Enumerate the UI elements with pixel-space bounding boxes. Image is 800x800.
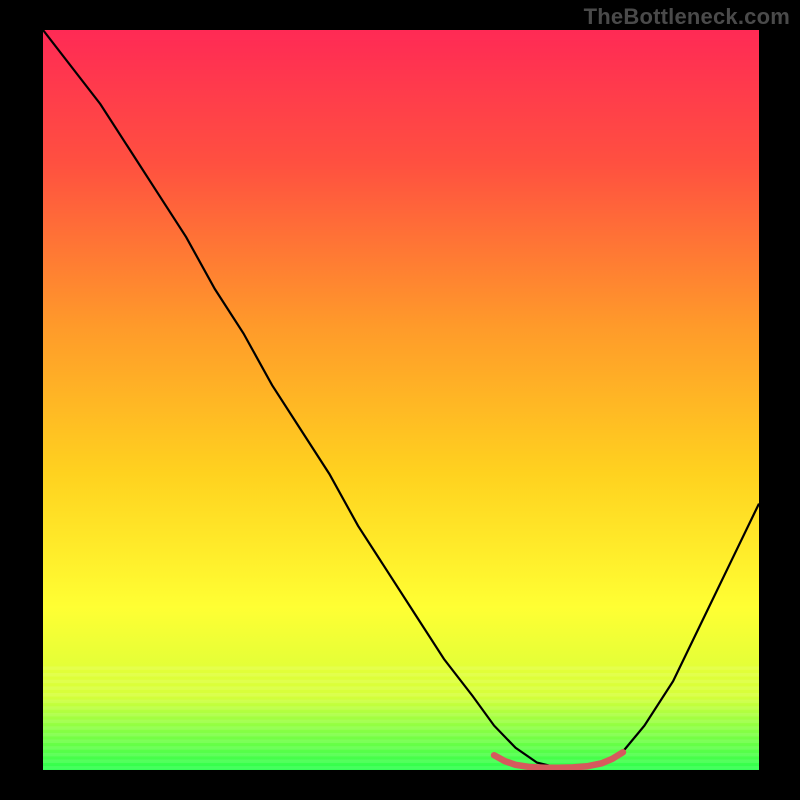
- chart-frame: TheBottleneck.com: [0, 0, 800, 800]
- gradient-background: [43, 30, 759, 770]
- plot-area: [43, 30, 759, 770]
- watermark-text: TheBottleneck.com: [584, 4, 790, 30]
- plot-svg: [43, 30, 759, 770]
